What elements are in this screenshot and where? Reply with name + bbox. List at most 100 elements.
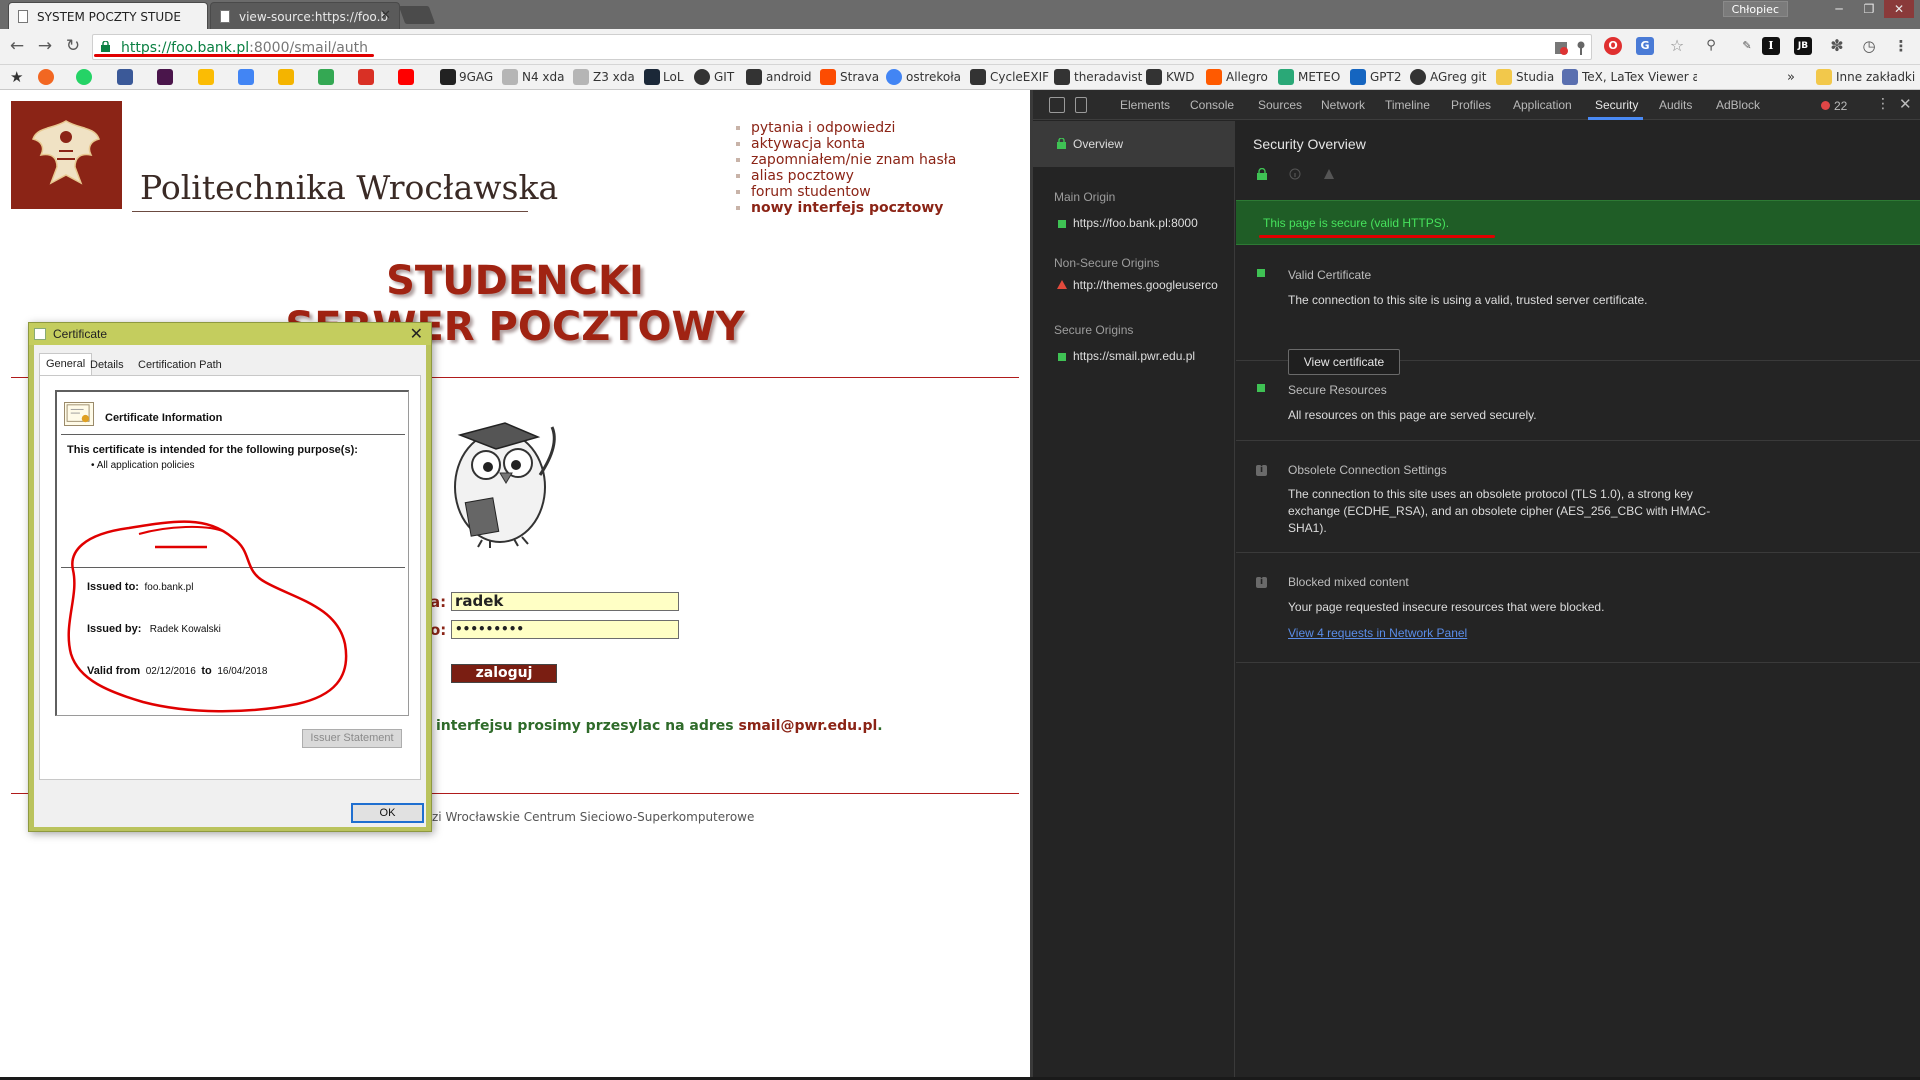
star-bookmark-icon[interactable]: ☆ xyxy=(1668,37,1686,55)
close-window-button[interactable]: ✕ xyxy=(1884,0,1914,18)
bookmarks-overflow-chevron[interactable]: » xyxy=(1787,68,1795,87)
secure-status-icon xyxy=(1257,269,1265,277)
bookmark-n4-xda[interactable]: N4 xda xyxy=(522,68,565,87)
error-counter[interactable]: 22 xyxy=(1821,99,1847,113)
login-password-input[interactable]: ••••••••• xyxy=(451,620,679,639)
facebook-bookmark-icon[interactable] xyxy=(117,69,133,85)
tab-console[interactable]: Console xyxy=(1190,98,1234,112)
tab-details[interactable]: Details xyxy=(84,355,130,375)
sidebar-item-overview[interactable]: Overview xyxy=(1033,121,1234,167)
back-arrow-icon[interactable]: ← xyxy=(6,35,28,57)
issuer-statement-button[interactable]: Issuer Statement xyxy=(302,729,402,748)
bookmark-agreg-git[interactable]: AGreg git xyxy=(1430,68,1486,87)
bookmark-strava[interactable]: Strava xyxy=(840,68,879,87)
bookmark-meteo[interactable]: METEO xyxy=(1298,68,1340,87)
tab-audits[interactable]: Audits xyxy=(1659,98,1692,112)
device-toolbar-icon[interactable] xyxy=(1075,97,1087,113)
blocked-content-icon[interactable] xyxy=(1553,40,1569,56)
bookmark-9gag[interactable]: 9GAG xyxy=(459,68,493,87)
link-mail-alias[interactable]: alias pocztowy xyxy=(736,168,956,184)
tab-smail[interactable]: SYSTEM POCZTY STUDE xyxy=(8,2,208,29)
translate-extension-icon[interactable]: G xyxy=(1636,37,1654,55)
folder-icon xyxy=(1816,69,1832,85)
inspect-element-icon[interactable] xyxy=(1049,97,1065,113)
logo-title: Politechnika Wrocławska xyxy=(140,168,559,207)
tab-profiles[interactable]: Profiles xyxy=(1451,98,1491,112)
bookmark-z3-xda[interactable]: Z3 xda xyxy=(593,68,635,87)
bookmark-ostrekola[interactable]: ostrekoła xyxy=(906,68,961,87)
tab-network[interactable]: Network xyxy=(1321,98,1365,112)
settings-extension-icon[interactable]: ✽ xyxy=(1828,37,1846,55)
drive-bookmark-icon[interactable] xyxy=(198,69,214,85)
sidebar-item-secure-origin[interactable]: https://smail.pwr.edu.pl xyxy=(1073,349,1195,363)
view-requests-link[interactable]: View 4 requests in Network Panel xyxy=(1288,626,1467,640)
close-icon[interactable]: ✕ xyxy=(410,324,423,343)
sidebar-item-nonsecure-origin[interactable]: http://themes.googleuserco xyxy=(1073,278,1233,292)
tab-timeline[interactable]: Timeline xyxy=(1385,98,1430,112)
profile-button[interactable]: Chłopiec xyxy=(1722,1,1788,17)
bookmark-lol[interactable]: LoL xyxy=(663,68,684,87)
dialog-titlebar[interactable]: Certificate ✕ xyxy=(29,323,431,345)
instapaper-extension-icon[interactable]: I xyxy=(1762,37,1780,55)
minimize-button[interactable]: ─ xyxy=(1824,0,1854,18)
bookmark-icon xyxy=(1146,69,1162,85)
bookmarks-star-icon[interactable]: ★ xyxy=(10,68,23,87)
section-description: The connection to this site uses an obso… xyxy=(1288,487,1711,535)
new-tab-button[interactable] xyxy=(398,6,436,24)
contact-email-link[interactable]: smail@pwr.edu.pl xyxy=(739,718,878,734)
link-account-activation[interactable]: aktywacja konta xyxy=(736,136,956,152)
bookmark-gpt2[interactable]: GPT2 xyxy=(1370,68,1402,87)
pen-extension-icon[interactable]: ✎ xyxy=(1738,37,1756,55)
link-faq[interactable]: pytania i odpowiedzi xyxy=(736,120,956,136)
opera-extension-icon[interactable]: O xyxy=(1604,37,1622,55)
link-new-mail-interface[interactable]: nowy interfejs pocztowy xyxy=(736,200,956,216)
bookmark-android[interactable]: android xyxy=(766,68,812,87)
forward-arrow-icon[interactable]: → xyxy=(34,35,56,57)
certificate-dialog: Certificate ✕ General Details Certificat… xyxy=(28,322,432,832)
speed-extension-icon[interactable]: ◷ xyxy=(1860,37,1878,55)
bookmark-studia[interactable]: Studia xyxy=(1516,68,1554,87)
menu-kebab-icon[interactable]: ⋮ xyxy=(1892,37,1910,55)
sidebar-item-main-origin[interactable]: https://foo.bank.pl:8000 xyxy=(1073,216,1198,230)
key-icon[interactable] xyxy=(1573,40,1589,56)
bookmark-other[interactable]: Inne zakładki xyxy=(1836,68,1915,87)
whatsapp-bookmark-icon[interactable] xyxy=(76,69,92,85)
bookmark-cycleexif[interactable]: CycleEXIF xyxy=(990,68,1049,87)
devtools-menu-icon[interactable]: ⋮ xyxy=(1876,96,1890,112)
ok-button[interactable]: OK xyxy=(351,803,424,823)
tab-adblock[interactable]: AdBlock xyxy=(1716,98,1760,112)
restore-button[interactable]: ❐ xyxy=(1854,0,1884,18)
link-student-forum[interactable]: forum studentow xyxy=(736,184,956,200)
login-username-input[interactable]: radek xyxy=(451,592,679,611)
gmail-bookmark-icon[interactable] xyxy=(358,69,374,85)
maps-bookmark-icon[interactable] xyxy=(318,69,334,85)
slack-bookmark-icon[interactable] xyxy=(157,69,173,85)
youtube-bookmark-icon[interactable] xyxy=(398,69,414,85)
jetbrains-extension-icon[interactable]: JB xyxy=(1794,37,1812,55)
location-extension-icon[interactable]: ⚲ xyxy=(1702,37,1720,55)
login-button[interactable]: zaloguj xyxy=(451,664,557,683)
firefox-bookmark-icon[interactable] xyxy=(38,69,54,85)
link-forgot-password[interactable]: zapomniałem/nie znam hasła xyxy=(736,152,956,168)
tab-security[interactable]: Security xyxy=(1595,98,1638,112)
info-links: pytania i odpowiedzi aktywacja konta zap… xyxy=(736,120,956,216)
reload-icon[interactable]: ↻ xyxy=(62,35,84,57)
security-sidebar: Overview Main Origin https://foo.bank.pl… xyxy=(1033,121,1235,1080)
tab-elements[interactable]: Elements xyxy=(1120,98,1170,112)
bookmark-git[interactable]: GIT xyxy=(714,68,734,87)
close-tab-icon[interactable]: ✕ xyxy=(380,8,391,23)
university-logo xyxy=(11,101,122,209)
section-heading: Obsolete Connection Settings xyxy=(1288,463,1447,477)
tab-application[interactable]: Application xyxy=(1513,98,1572,112)
close-devtools-icon[interactable]: ✕ xyxy=(1899,95,1912,113)
bookmark-allegro[interactable]: Allegro xyxy=(1226,68,1268,87)
tab-certification-path[interactable]: Certification Path xyxy=(132,355,228,375)
translate-bookmark-icon[interactable] xyxy=(238,69,254,85)
bookmark-kwd[interactable]: KWD xyxy=(1166,68,1195,87)
bookmark-tex-viewer[interactable]: TeX, LaTex Viewer and xyxy=(1582,68,1697,87)
keep-bookmark-icon[interactable] xyxy=(278,69,294,85)
warning-triangle-icon xyxy=(1324,169,1334,179)
tab-view-source[interactable]: view-source:https://foo.b ✕ xyxy=(210,2,400,29)
bookmark-theradavist[interactable]: theradavist xyxy=(1074,68,1142,87)
tab-sources[interactable]: Sources xyxy=(1258,98,1302,112)
